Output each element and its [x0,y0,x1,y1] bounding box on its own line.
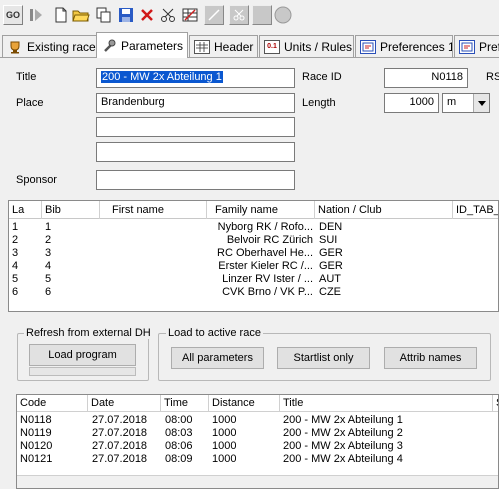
tab-panel-border [0,57,499,58]
load-progress-bar [29,367,136,376]
tab-label: Header [214,39,254,54]
list-item[interactable]: N0120 27.07.2018 08:06 1000 200 - MW 2x … [17,440,498,453]
length-unit-select[interactable]: m [442,93,490,113]
table-row[interactable]: 5 5 Linzer RV Ister / ... AUT [9,273,498,286]
go-icon[interactable]: GO [3,5,23,25]
place-label: Place [16,97,44,109]
load-active-group-title: Load to active race [166,327,263,339]
tab-preferences-2[interactable]: Pref [454,35,499,57]
preferences-icon [360,39,376,54]
col-s[interactable]: S [493,395,498,412]
col-title[interactable]: Title [280,395,493,412]
copy-icon[interactable] [94,5,114,25]
tab-preferences-1[interactable]: Preferences 1 [355,35,453,57]
grid-header: La Bib First name Family name Nation / C… [9,201,498,219]
place-line-2-field[interactable] [96,117,295,137]
tab-header[interactable]: Header [189,35,258,57]
disabled-icon [204,5,224,25]
col-time[interactable]: Time [161,395,209,412]
delete-icon[interactable] [137,5,157,25]
title-label: Title [16,71,37,83]
table-row[interactable]: 2 2 Belvoir RC Zürich SUI [9,234,498,247]
scissors-icon[interactable] [158,5,178,25]
open-folder-icon[interactable] [71,5,91,25]
list-item[interactable]: N0121 27.07.2018 08:09 1000 200 - MW 2x … [17,453,498,466]
refresh-group-title: Refresh from external DH [24,327,153,339]
tab-label: Existing races [27,39,97,54]
col-family-name[interactable]: Family name [207,201,315,219]
race-id-label: Race ID [302,71,342,83]
stop-icon [252,5,272,25]
table-row[interactable]: 6 6 CVK Brno / VK P... CZE [9,286,498,299]
all-parameters-button[interactable]: All parameters [171,347,264,369]
list-item[interactable]: N0119 27.07.2018 08:03 1000 200 - MW 2x … [17,427,498,440]
tab-units-rules[interactable]: 0.1 Units / Rules [259,35,354,57]
new-document-icon[interactable] [51,5,71,25]
tab-parameters[interactable]: Parameters [96,32,188,58]
table-row[interactable]: 4 4 Erster Kieler RC /... GER [9,260,498,273]
trophy-icon [7,40,23,54]
play-icon[interactable] [26,5,46,25]
disabled-scissors-icon [229,5,249,25]
col-first-name[interactable]: First name [100,201,207,219]
col-lane[interactable]: La [9,201,42,219]
col-date[interactable]: Date [88,395,161,412]
toolbar: GO [0,0,499,30]
sponsor-field[interactable] [96,170,295,190]
table-row[interactable]: 1 1 Nyborg RK / Rofo... DEN [9,221,498,234]
col-nation-club[interactable]: Nation / Club [315,201,453,219]
col-code[interactable]: Code [17,395,88,412]
wrench-icon [101,39,117,53]
tab-label: Parameters [121,38,184,53]
list-item[interactable]: N0118 27.07.2018 08:00 1000 200 - MW 2x … [17,414,498,427]
horizontal-scrollbar[interactable] [17,475,498,488]
startlist-only-button[interactable]: Startlist only [277,347,370,369]
tab-label: Pref [479,39,499,54]
col-distance[interactable]: Distance [209,395,280,412]
race-id-field[interactable]: N0118 [384,68,468,88]
title-field[interactable]: 200 - MW 2x Abteilung 1 [96,68,295,88]
preferences-icon [459,39,475,54]
col-id-tab[interactable]: ID_TAB_ [453,201,498,219]
tab-label: Preferences 1 [380,39,453,54]
record-icon [273,5,293,25]
save-icon[interactable] [116,5,136,25]
attrib-names-button[interactable]: Attrib names [384,347,477,369]
sponsor-label: Sponsor [16,174,57,186]
ruler-icon: 0.1 [264,39,280,54]
length-label: Length [302,97,336,109]
tab-bar: Existing races Parameters Header 0.1 Uni… [0,32,499,58]
table-icon[interactable] [180,5,200,25]
rs-label: RS [486,71,499,83]
place-field[interactable]: Brandenburg [96,93,295,113]
tab-label: Units / Rules [284,39,353,54]
load-program-button[interactable]: Load program [29,344,136,366]
grid-icon [194,39,210,54]
participants-grid[interactable]: La Bib First name Family name Nation / C… [8,200,499,312]
races-list[interactable]: Code Date Time Distance Title S N0118 27… [16,394,499,489]
col-bib[interactable]: Bib [42,201,100,219]
chevron-down-icon[interactable] [473,94,489,112]
place-line-3-field[interactable] [96,142,295,162]
length-field[interactable]: 1000 [384,93,439,113]
table-row[interactable]: 3 3 RC Oberhavel He... GER [9,247,498,260]
tab-existing-races[interactable]: Existing races [2,35,97,57]
